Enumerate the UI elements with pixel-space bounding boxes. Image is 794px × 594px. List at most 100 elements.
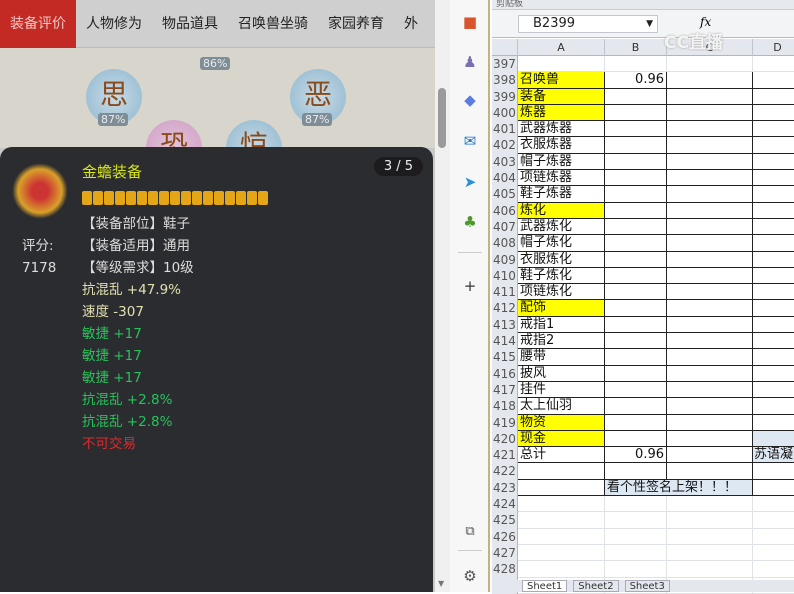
toolbox-icon[interactable]: ■ <box>460 12 480 32</box>
cell-c[interactable] <box>667 414 753 431</box>
row-number[interactable]: 422 <box>492 463 518 480</box>
column-header-D[interactable]: D <box>753 39 794 56</box>
cell-c[interactable] <box>667 251 753 268</box>
cell-d[interactable] <box>753 561 794 578</box>
row-number[interactable]: 406 <box>492 202 518 219</box>
cell-d[interactable] <box>753 268 794 285</box>
row-number[interactable]: 402 <box>492 137 518 154</box>
cell-c[interactable] <box>667 88 753 105</box>
cell-b[interactable] <box>605 512 667 529</box>
cell-b[interactable] <box>605 137 667 154</box>
select-all-corner[interactable] <box>492 39 518 56</box>
cell-d[interactable] <box>753 480 794 497</box>
cell-a[interactable] <box>518 561 605 578</box>
cell-c[interactable] <box>667 56 753 73</box>
cell-a[interactable]: 衣服炼化 <box>518 251 605 268</box>
cell-b[interactable] <box>605 365 667 382</box>
cell-d[interactable] <box>753 415 794 431</box>
cell-b[interactable] <box>605 414 667 431</box>
row-number[interactable]: 410 <box>492 267 518 285</box>
cell-b[interactable] <box>605 56 667 73</box>
tab-2[interactable]: 物品道具 <box>152 0 228 48</box>
tree-icon[interactable]: ♣ <box>460 212 480 232</box>
row-number[interactable]: 414 <box>492 333 518 350</box>
cell-a[interactable]: 现金 <box>518 430 605 448</box>
row-number[interactable]: 403 <box>492 153 518 171</box>
cell-d[interactable] <box>753 284 794 301</box>
cell-d[interactable]: 苏语凝 <box>753 447 794 464</box>
fx-icon[interactable]: fx <box>700 15 711 29</box>
sheet-tab-Sheet3[interactable]: Sheet3 <box>624 580 670 592</box>
cell-c[interactable] <box>667 381 753 399</box>
cell-a[interactable]: 装备 <box>518 88 605 105</box>
cell-c[interactable] <box>667 267 753 285</box>
cell-d[interactable] <box>753 72 794 89</box>
cell-b[interactable] <box>605 333 667 350</box>
cell-c[interactable] <box>667 512 753 529</box>
row-number[interactable]: 424 <box>492 496 518 513</box>
games-icon[interactable]: ♟ <box>460 52 480 72</box>
cell-b[interactable] <box>605 349 667 366</box>
row-number[interactable]: 409 <box>492 251 518 268</box>
row-number[interactable]: 413 <box>492 316 518 334</box>
cell-b[interactable] <box>605 88 667 105</box>
outlook-icon[interactable]: ✉ <box>460 131 480 151</box>
cell-a[interactable]: 戒指1 <box>518 316 605 334</box>
cell-a[interactable] <box>518 463 605 480</box>
cell-b[interactable] <box>605 300 667 317</box>
cell-c[interactable] <box>667 496 753 513</box>
cell-d[interactable] <box>753 105 794 122</box>
cell-c[interactable] <box>667 121 753 138</box>
cell-a[interactable]: 帽子炼化 <box>518 235 605 252</box>
cell-b[interactable] <box>605 104 667 122</box>
cell-a[interactable]: 配饰 <box>518 300 605 317</box>
cell-b[interactable] <box>605 153 667 171</box>
cell-a[interactable]: 鞋子炼器 <box>518 186 605 203</box>
page-scrollbar[interactable]: ▼ <box>435 0 450 592</box>
cell-b[interactable] <box>605 430 667 448</box>
cell-a[interactable]: 戒指2 <box>518 333 605 350</box>
cell-b[interactable] <box>605 381 667 399</box>
cell-b[interactable] <box>605 316 667 334</box>
column-header-B[interactable]: B <box>605 39 667 56</box>
row-number[interactable]: 420 <box>492 430 518 448</box>
row-number[interactable]: 415 <box>492 349 518 366</box>
cell-c[interactable] <box>667 72 753 89</box>
cell-b[interactable] <box>605 186 667 203</box>
copilot-icon[interactable]: ◆ <box>460 90 480 110</box>
cell-d[interactable] <box>753 349 794 366</box>
cell-b[interactable] <box>605 251 667 268</box>
row-number[interactable]: 398 <box>492 72 518 89</box>
row-number[interactable]: 426 <box>492 528 518 545</box>
cell-d[interactable] <box>753 154 794 171</box>
sheet-tab-Sheet2[interactable]: Sheet2 <box>573 580 619 592</box>
cell-a[interactable]: 武器炼化 <box>518 218 605 236</box>
cell-c[interactable] <box>667 365 753 382</box>
cell-d[interactable] <box>753 430 794 448</box>
cell-a[interactable]: 衣服炼器 <box>518 137 605 154</box>
cell-c[interactable] <box>667 430 753 448</box>
cell-a[interactable] <box>518 496 605 513</box>
cell-c[interactable] <box>667 235 753 252</box>
row-number[interactable]: 397 <box>492 56 518 73</box>
name-box[interactable]: B2399 ▼ <box>518 15 658 33</box>
cell-b[interactable] <box>605 121 667 138</box>
cell-d[interactable] <box>753 463 794 480</box>
cell-b[interactable] <box>605 170 667 187</box>
cell-c[interactable] <box>667 528 753 545</box>
cell-b[interactable] <box>605 496 667 513</box>
row-number[interactable]: 401 <box>492 121 518 138</box>
chevron-down-icon[interactable]: ▼ <box>646 16 653 32</box>
cell-a[interactable]: 炼器 <box>518 104 605 122</box>
cell-b[interactable] <box>605 267 667 285</box>
cell-d[interactable] <box>753 382 794 399</box>
row-number[interactable]: 400 <box>492 104 518 122</box>
cell-a[interactable]: 总计 <box>518 447 605 464</box>
cell-c[interactable] <box>667 333 753 350</box>
cell-c[interactable] <box>667 137 753 154</box>
cell-b[interactable]: 0.96 <box>605 447 667 464</box>
cell-a[interactable]: 披风 <box>518 365 605 382</box>
cell-d[interactable] <box>753 170 794 187</box>
cell-b[interactable] <box>605 235 667 252</box>
cell-d[interactable] <box>753 496 794 513</box>
